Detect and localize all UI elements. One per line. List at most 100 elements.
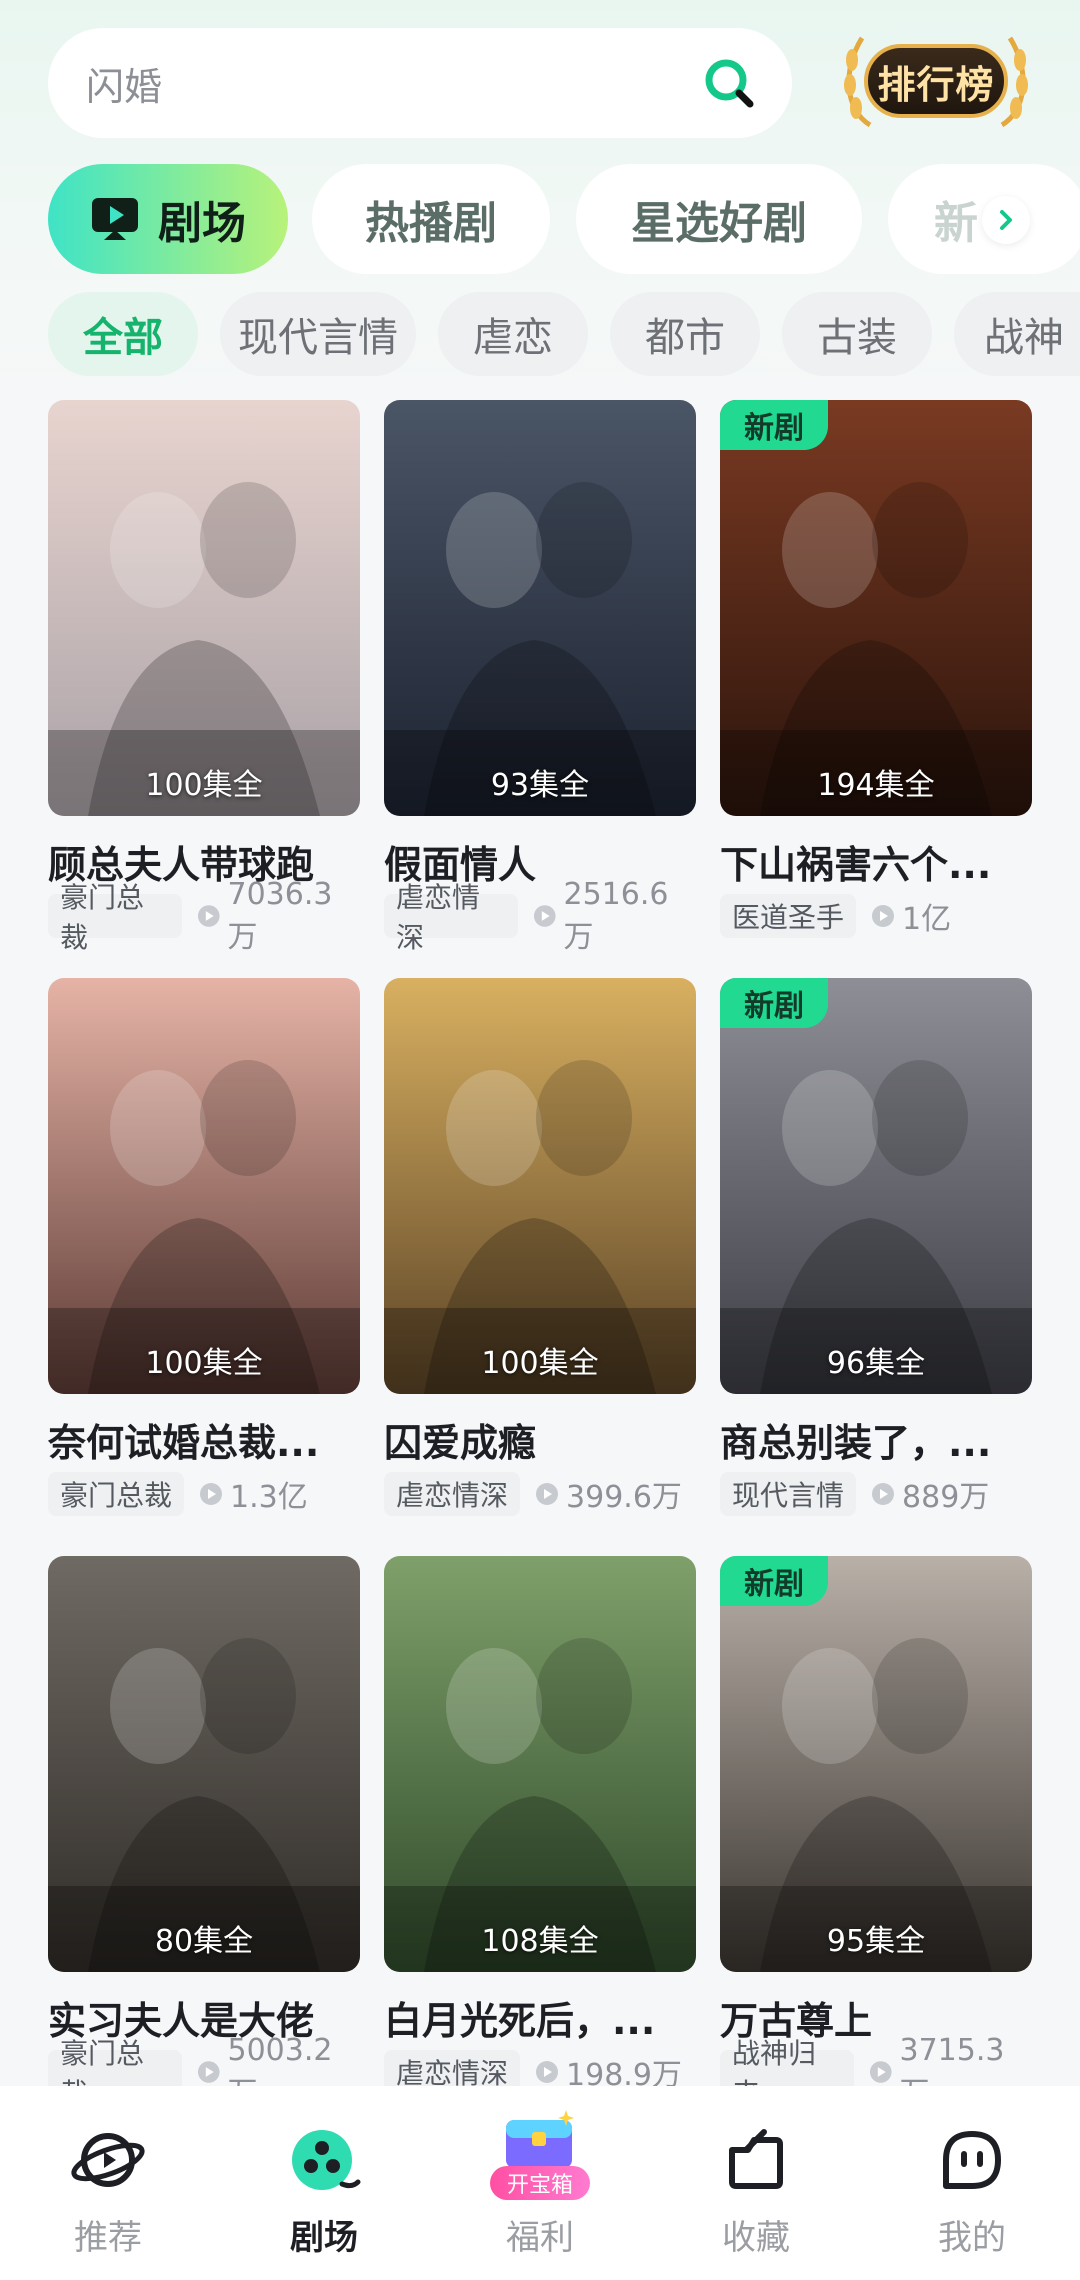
view-count: 399.6万 [566, 1480, 682, 1515]
ranking-button[interactable]: 排行榜 [840, 30, 1032, 134]
genre-tag[interactable]: 豪门总裁 [48, 1472, 185, 1516]
genre-tag[interactable]: 虐恋情深 [384, 881, 518, 954]
tab-hot[interactable]: 热播剧 [312, 164, 550, 274]
view-count: 2516.6万 [563, 876, 669, 955]
drama-title[interactable]: 白月光死后，... [384, 1990, 696, 2045]
episode-count: 108集全 [481, 1924, 599, 1959]
poster-image [384, 978, 696, 1394]
nav-favorites[interactable]: 收藏 [648, 2086, 864, 2280]
episode-count: 100集全 [481, 1346, 599, 1381]
drama-meta: 现代言情 889万 [720, 1472, 989, 1516]
planet-icon [71, 2133, 145, 2187]
episode-count: 80集全 [154, 1924, 254, 1959]
category-urban[interactable]: 都市 [610, 292, 760, 376]
nav-theater[interactable]: 剧场 [216, 2086, 432, 2280]
tv-play-icon [92, 198, 138, 240]
drama-title[interactable]: 囚爱成瘾 [384, 1412, 696, 1467]
view-count: 7036.3万 [227, 876, 333, 955]
bottom-nav: 推荐 剧场 开宝箱 福利 收藏 我的 [0, 2086, 1080, 2280]
tab-star-picks[interactable]: 星选好剧 [576, 164, 862, 274]
top-bar: 闪婚 排行榜 [0, 0, 1080, 150]
drama-meta: 豪门总裁 1.3亿 [48, 1472, 308, 1516]
play-count-icon [197, 905, 220, 927]
profile-face-icon [943, 2131, 1001, 2189]
search-bar[interactable]: 闪婚 [48, 28, 792, 138]
drama-poster[interactable]: 194集全 新剧 [720, 400, 1032, 816]
primary-tabs: 剧场 热播剧 星选好剧 新 [48, 164, 1080, 274]
tab-label: 星选好剧 [631, 198, 807, 249]
nav-recommend[interactable]: 推荐 [0, 2086, 216, 2280]
drama-title[interactable]: 下山祸害六个... [720, 834, 1032, 889]
genre-tag[interactable]: 医道圣手 [720, 894, 857, 938]
drama-poster[interactable]: 100集全 [48, 978, 360, 1394]
play-count-icon [872, 905, 895, 927]
nav-label: 推荐 [74, 2218, 142, 2258]
search-input[interactable]: 闪婚 [86, 56, 162, 111]
new-badge: 新剧 [720, 1556, 828, 1606]
drama-meta: 豪门总裁 7036.3万 [48, 877, 360, 955]
category-costume[interactable]: 古装 [782, 292, 932, 376]
play-count-icon [533, 905, 556, 927]
category-modern-romance[interactable]: 现代言情 [220, 292, 416, 376]
play-count-icon [536, 2061, 559, 2083]
episode-count: 100集全 [145, 1346, 263, 1381]
nav-welfare[interactable]: 开宝箱 福利 [432, 2086, 648, 2280]
view-count: 1.3亿 [230, 1480, 308, 1515]
poster-image [48, 1556, 360, 1972]
genre-tag[interactable]: 豪门总裁 [48, 881, 182, 954]
nav-profile[interactable]: 我的 [864, 2086, 1080, 2280]
poster-image [720, 400, 1032, 816]
nav-label: 福利 [506, 2218, 574, 2258]
category-war-god[interactable]: 战神 [954, 292, 1080, 376]
drama-poster[interactable]: 95集全 新剧 [720, 1556, 1032, 1972]
category-tabs: 全部 现代言情 虐恋 都市 古装 战神 [48, 292, 1080, 380]
drama-poster[interactable]: 96集全 新剧 [720, 978, 1032, 1394]
drama-poster[interactable]: 100集全 [48, 400, 360, 816]
nav-label: 剧场 [290, 2218, 358, 2258]
new-badge: 新剧 [720, 400, 828, 450]
category-all[interactable]: 全部 [48, 292, 198, 376]
play-count-icon [200, 1483, 223, 1505]
view-count: 889万 [902, 1480, 990, 1515]
episode-count: 96集全 [826, 1346, 926, 1381]
poster-image [48, 978, 360, 1394]
drama-meta: 虐恋情深 2516.6万 [384, 877, 696, 955]
tab-theater[interactable]: 剧场 [48, 164, 288, 274]
chevron-right-icon [1000, 210, 1012, 230]
drama-meta: 医道圣手 1亿 [720, 894, 951, 938]
theater-icon [292, 2130, 361, 2190]
drama-poster[interactable]: 80集全 [48, 1556, 360, 1972]
episode-count: 93集全 [490, 768, 590, 803]
play-count-icon [197, 2061, 220, 2083]
tab-label: 新 [934, 198, 978, 249]
more-tabs-button[interactable] [982, 196, 1030, 244]
view-count: 1亿 [902, 902, 952, 937]
play-count-icon [536, 1483, 559, 1505]
genre-tag[interactable]: 现代言情 [720, 1472, 857, 1516]
poster-image [384, 400, 696, 816]
drama-poster[interactable]: 108集全 [384, 1556, 696, 1972]
poster-image [720, 978, 1032, 1394]
drama-poster[interactable]: 93集全 [384, 400, 696, 816]
nav-label: 我的 [938, 2218, 1006, 2258]
drama-title[interactable]: 奈何试婚总裁... [48, 1412, 360, 1467]
folder-icon [729, 2129, 783, 2189]
play-count-icon [872, 1483, 895, 1505]
poster-image [48, 400, 360, 816]
poster-image [384, 1556, 696, 1972]
episode-count: 100集全 [145, 768, 263, 803]
category-tragic-romance[interactable]: 虐恋 [438, 292, 588, 376]
poster-image [720, 1556, 1032, 1972]
drama-meta: 虐恋情深 399.6万 [384, 1472, 682, 1516]
episode-count: 95集全 [826, 1924, 926, 1959]
drama-poster[interactable]: 100集全 [384, 978, 696, 1394]
play-count-icon [869, 2061, 892, 2083]
new-badge: 新剧 [720, 978, 828, 1028]
search-icon[interactable] [702, 56, 756, 110]
genre-tag[interactable]: 虐恋情深 [384, 1472, 521, 1516]
ranking-label: 排行榜 [864, 44, 1008, 118]
tab-label: 剧场 [158, 198, 246, 249]
episode-count: 194集全 [817, 768, 935, 803]
tab-label: 热播剧 [365, 198, 497, 249]
drama-title[interactable]: 商总别装了，... [720, 1412, 1032, 1467]
